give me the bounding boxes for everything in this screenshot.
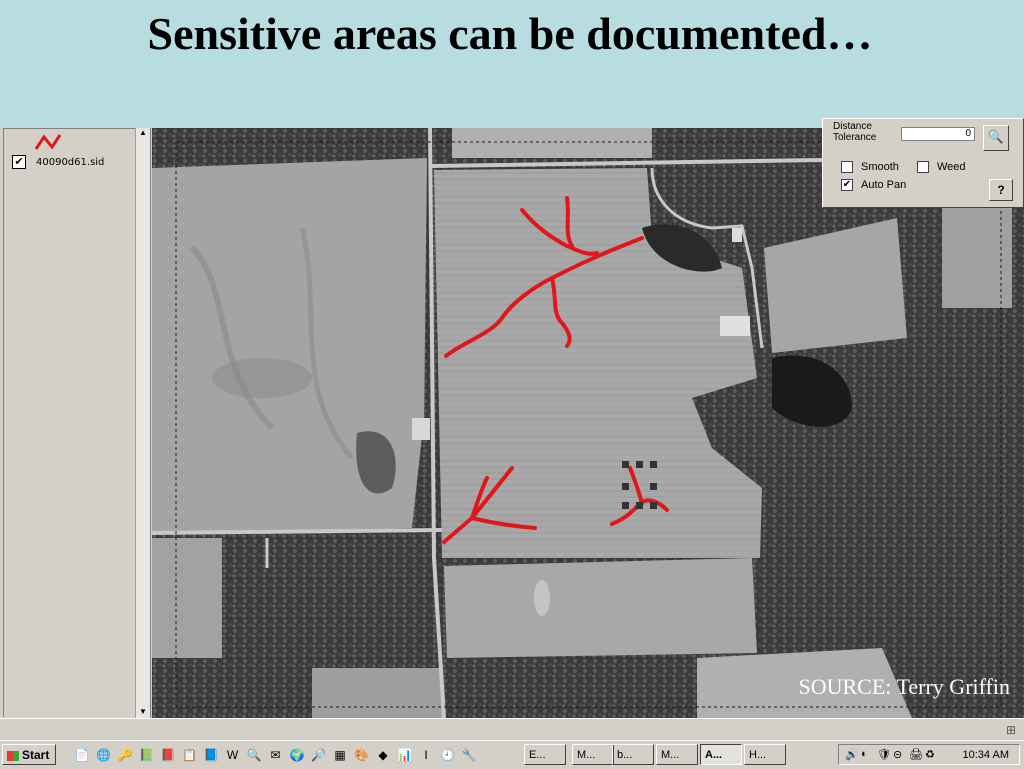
scroll-up-icon[interactable]: ▲	[139, 128, 147, 137]
quick-launch-icon[interactable]: 🔧	[461, 747, 477, 763]
autopan-option[interactable]: ✔ Auto Pan	[841, 179, 906, 191]
theme-row[interactable]: ✔ 40090d61.sid	[12, 155, 104, 169]
quick-launch-icon[interactable]: 🌍	[289, 747, 305, 763]
table-of-contents-panel: ✔ 40090d61.sid ▲ ▼	[0, 128, 151, 718]
scroll-down-icon[interactable]: ▼	[139, 707, 147, 716]
digitize-tool-panel: Distance Tolerance 0 🔍 Smooth Weed ✔ Aut…	[822, 118, 1024, 208]
tray-icon[interactable]: ◐	[861, 748, 868, 760]
smooth-option[interactable]: Smooth	[841, 161, 899, 173]
quick-launch-icon[interactable]: 📄	[74, 747, 90, 763]
magnify-icon: 🔍	[987, 129, 1005, 144]
quick-launch-icon[interactable]: ◆	[375, 747, 391, 763]
quick-launch-icon[interactable]: 📗	[139, 747, 155, 763]
taskbar-window-button[interactable]: M...	[572, 744, 614, 765]
tray-icon[interactable]: 🔊	[845, 748, 859, 761]
quick-launch-icon[interactable]: 🎨	[354, 747, 370, 763]
resize-grip-icon[interactable]: ⊞	[1006, 723, 1016, 737]
weed-option[interactable]: Weed	[917, 161, 966, 173]
quick-launch-icon[interactable]: 🔍	[246, 747, 262, 763]
taskbar-window-button[interactable]: E...	[524, 744, 566, 765]
tolerance-input[interactable]: 0	[901, 127, 975, 141]
quick-launch-icon[interactable]: I	[418, 747, 434, 763]
taskbar: Start 📄 🌐 🔑 📗 📕 📋 📘 W 🔍 ✉ 🌍 🔎 ▦ 🎨 ◆ 📊 I 🕘 🔧 E... M... b... M.…	[0, 740, 1024, 769]
status-bar: ⊞	[0, 718, 1024, 741]
quick-launch-icon[interactable]: 🔑	[117, 747, 133, 763]
quick-launch-icon[interactable]: 🔎	[311, 747, 327, 763]
magnify-button[interactable]: 🔍	[983, 125, 1009, 151]
distance-tolerance-label: Distance Tolerance	[833, 121, 877, 143]
quick-launch-icon[interactable]: 📘	[203, 747, 219, 763]
waterway-line-6	[470, 516, 537, 530]
tray-icon[interactable]: ⊝	[893, 748, 902, 761]
waterway-line-9	[628, 466, 644, 505]
quick-launch-icon[interactable]: W	[225, 747, 241, 763]
help-icon: ?	[997, 183, 1005, 197]
waterway-line-1	[444, 236, 644, 358]
slide-title: Sensitive areas can be documented…	[147, 8, 873, 59]
tray-icon[interactable]: ♻	[925, 748, 935, 761]
start-label: Start	[22, 748, 50, 762]
start-button[interactable]: Start	[2, 744, 56, 765]
quick-launch-icon[interactable]: 🕘	[440, 747, 456, 763]
tray-icon[interactable]: 🖨	[909, 748, 923, 761]
windows-logo-icon	[7, 750, 19, 761]
taskbar-window-button[interactable]: H...	[744, 744, 786, 765]
aerial-map-view[interactable]: SOURCE: Terry Griffin	[152, 128, 1024, 718]
theme-name: 40090d61.sid	[36, 156, 105, 168]
tray-icon[interactable]: 🛡	[877, 748, 891, 761]
weed-checkbox[interactable]	[917, 161, 929, 173]
quick-launch-icon[interactable]: 📕	[160, 747, 176, 763]
quick-launch-icon[interactable]: ▦	[332, 747, 348, 763]
smooth-checkbox[interactable]	[841, 161, 853, 173]
toc-list: ✔ 40090d61.sid	[3, 128, 136, 717]
system-tray: 🔊 ◐ 🛡 ⊝ 🖨 ♻ 10:34 AM	[838, 744, 1020, 765]
autopan-label: Auto Pan	[861, 179, 907, 191]
taskbar-window-button[interactable]: M...	[656, 744, 698, 765]
taskbar-window-button[interactable]: A...	[700, 744, 742, 765]
quick-launch-icon[interactable]: ✉	[268, 747, 284, 763]
weed-label: Weed	[937, 161, 966, 173]
quick-launch-icon[interactable]: 📊	[397, 747, 413, 763]
source-credit: SOURCE: Terry Griffin	[798, 674, 1010, 699]
legend-line-symbol	[34, 134, 62, 150]
taskbar-window-button[interactable]: b...	[612, 744, 654, 765]
toc-scrollbar[interactable]: ▲ ▼	[135, 128, 150, 718]
autopan-checkbox[interactable]: ✔	[841, 179, 853, 191]
waterway-line-3	[565, 196, 574, 248]
smooth-label: Smooth	[861, 161, 899, 173]
theme-visibility-checkbox[interactable]: ✔	[12, 155, 26, 169]
sensitive-area-annotations	[442, 196, 669, 544]
quick-launch-icon[interactable]: 📋	[182, 747, 198, 763]
help-button[interactable]: ?	[989, 179, 1013, 201]
clock: 10:34 AM	[962, 749, 1009, 761]
waterway-line-4	[550, 276, 572, 348]
waterway-line-7	[470, 476, 489, 520]
waterway-line-2	[520, 208, 599, 256]
quick-launch-icon[interactable]: 🌐	[96, 747, 112, 763]
title-band: Sensitive areas can be documented…	[0, 0, 1024, 128]
